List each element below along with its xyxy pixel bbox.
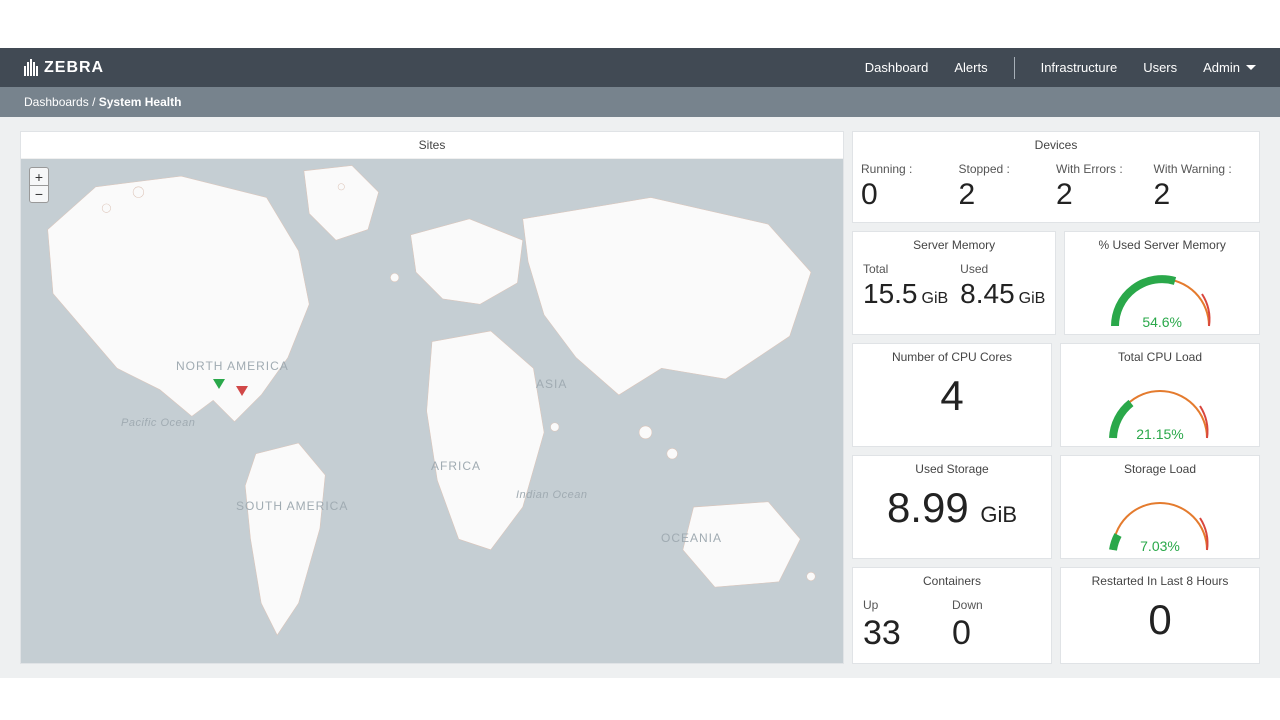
cpu-cores-value: 4 [940,372,963,419]
sites-panel: Sites [20,131,844,664]
chevron-down-icon [1246,65,1256,70]
pct-memory-card: % Used Server Memory 54.6% [1064,231,1260,335]
world-map[interactable]: + − NORTH AMERICA SOUTH AMERICA AFRICA A… [21,159,843,663]
nav-infrastructure[interactable]: Infrastructure [1041,60,1118,75]
devices-stopped-label: Stopped : [959,162,1057,176]
map-label-south-america: SOUTH AMERICA [236,499,348,513]
dashboard-content: Sites [0,117,1280,678]
devices-errors-value: 2 [1056,178,1154,212]
breadcrumb-current: System Health [99,95,182,109]
site-pin-green[interactable] [213,379,225,389]
mem-total-label: Total [863,262,948,276]
containers-down-label: Down [952,598,1041,612]
server-memory-card: Server Memory Total 15.5GiB Used 8.45GiB [852,231,1056,335]
cpu-cores-card: Number of CPU Cores 4 [852,343,1052,447]
map-label-africa: AFRICA [431,459,481,473]
map-label-asia: ASIA [536,377,567,391]
nav-users[interactable]: Users [1143,60,1177,75]
restarted-card: Restarted In Last 8 Hours 0 [1060,567,1260,664]
map-zoom-controls: + − [29,167,49,203]
map-label-pacific: Pacific Ocean [121,417,195,429]
used-storage-card: Used Storage 8.99 GiB [852,455,1052,559]
restarted-value: 0 [1148,596,1171,643]
header: ZEBRA Dashboard Alerts Infrastructure Us… [0,48,1280,87]
restarted-title: Restarted In Last 8 Hours [1061,568,1259,594]
cpu-load-value: 21.15% [1136,426,1183,442]
containers-up-value: 33 [863,614,952,653]
brand-logo: ZEBRA [24,59,104,77]
nav-admin[interactable]: Admin [1203,60,1256,75]
sites-title: Sites [21,132,843,159]
nav-admin-label: Admin [1203,60,1240,75]
mem-used-value: 8.45 [960,278,1015,310]
used-storage-title: Used Storage [853,456,1051,482]
mem-used-label: Used [960,262,1045,276]
zebra-stripes-icon [24,59,38,76]
containers-card: Containers Up 33 Down 0 [852,567,1052,664]
nav-alerts[interactable]: Alerts [954,60,987,75]
devices-stopped-value: 2 [959,178,1057,212]
devices-card: Devices Running : 0 Stopped : 2 With Err… [852,131,1260,223]
zoom-in-button[interactable]: + [29,167,49,185]
breadcrumb: Dashboards / System Health [0,87,1280,117]
world-map-svg [21,159,843,663]
cpu-load-card: Total CPU Load 21.15% [1060,343,1260,447]
map-label-indian: Indian Ocean [516,489,587,501]
containers-down-value: 0 [952,614,1041,653]
right-column: Devices Running : 0 Stopped : 2 With Err… [852,131,1260,664]
used-storage-unit: GiB [980,502,1017,527]
storage-load-title: Storage Load [1061,456,1259,482]
mem-total-unit: GiB [922,290,949,308]
devices-running-value: 0 [861,178,959,212]
devices-warning-label: With Warning : [1154,162,1252,176]
devices-title: Devices [853,132,1259,158]
storage-load-value: 7.03% [1140,538,1180,554]
pct-memory-value: 54.6% [1142,314,1182,330]
breadcrumb-parent[interactable]: Dashboards [24,95,89,109]
nav-separator [1014,57,1015,79]
nav-dashboard[interactable]: Dashboard [865,60,929,75]
cpu-load-title: Total CPU Load [1061,344,1259,370]
containers-up-label: Up [863,598,952,612]
devices-running-label: Running : [861,162,959,176]
brand-text: ZEBRA [44,59,104,77]
server-memory-title: Server Memory [853,232,1055,258]
cpu-cores-title: Number of CPU Cores [853,344,1051,370]
map-label-oceania: OCEANIA [661,531,722,545]
pct-memory-title: % Used Server Memory [1065,232,1259,258]
used-storage-value: 8.99 [887,484,969,531]
devices-errors-label: With Errors : [1056,162,1154,176]
storage-load-card: Storage Load 7.03% [1060,455,1260,559]
mem-total-value: 15.5 [863,278,918,310]
top-nav: Dashboard Alerts Infrastructure Users Ad… [865,57,1256,79]
map-label-north-america: NORTH AMERICA [176,359,289,373]
zoom-out-button[interactable]: − [29,185,49,203]
devices-warning-value: 2 [1154,178,1252,212]
site-pin-red[interactable] [236,386,248,396]
containers-title: Containers [853,568,1051,594]
mem-used-unit: GiB [1019,290,1046,308]
